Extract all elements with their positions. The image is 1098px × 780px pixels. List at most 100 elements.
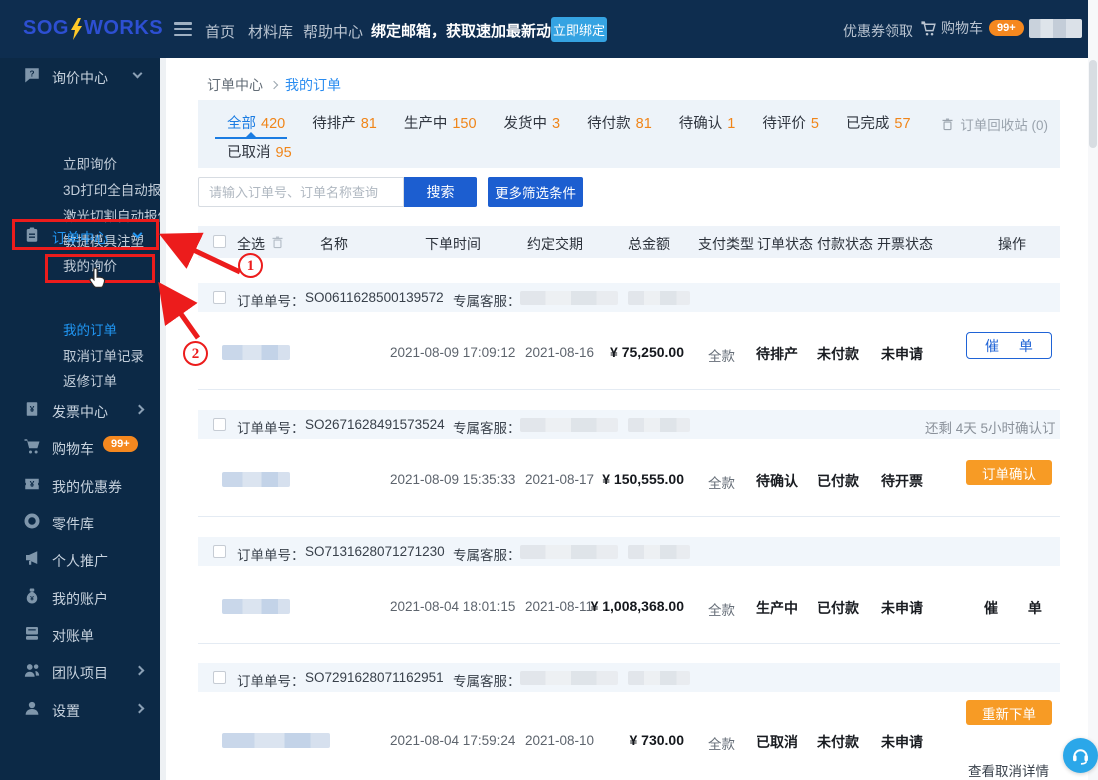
clipboard-icon: [23, 226, 41, 249]
main-content: 订单中心 我的订单 全部420 待排产81 生产中150 发货中3 待付款81 …: [166, 58, 1098, 780]
order-group-2: 订单单号： SO2671628491573524 专属客服： 还剩 4天 5小时…: [198, 410, 1060, 537]
tab-cancelled[interactable]: 已取消95: [227, 145, 292, 161]
order-group-header: 订单单号： SO7131628071271230 专属客服：: [198, 537, 1060, 566]
sidebar-item-personal-promotion[interactable]: 个人推广: [0, 547, 160, 573]
logo: SOG WORKS: [23, 17, 163, 40]
tab-completed[interactable]: 已完成57: [846, 112, 911, 133]
sidebar-item-laser-cut-quote[interactable]: 激光切割自动报价: [63, 205, 160, 225]
sidebar-item-order-center[interactable]: 订单中心: [0, 224, 160, 250]
page-scrollbar-thumb[interactable]: [1089, 60, 1097, 148]
order-detail-row: 2021-08-04 18:01:15 2021-08-11 ¥ 1,008,3…: [198, 593, 1060, 621]
order-no-value[interactable]: SO2671628491573524: [305, 417, 445, 432]
urge-order-button[interactable]: 催 单: [966, 332, 1052, 359]
nav-home[interactable]: 首页: [205, 21, 235, 42]
order-no-value[interactable]: SO7291628071162951: [305, 670, 444, 685]
col-select-all: 全选: [237, 234, 265, 254]
cs-label: 专属客服：: [453, 544, 521, 564]
sidebar-item-3d-print-quote[interactable]: 3D打印全自动报价: [63, 179, 160, 199]
order-detail-row: 2021-08-09 15:35:33 2021-08-17 ¥ 150,555…: [198, 466, 1060, 494]
sidebar-item-my-inquiries[interactable]: 我的询价: [63, 255, 117, 275]
sidebar-item-my-account[interactable]: ¥ 我的账户: [0, 585, 160, 611]
sidebar-item-cart[interactable]: 购物车 99+: [0, 435, 160, 461]
order-no-label: 订单单号：: [237, 670, 305, 690]
invoice-status: 待开票: [877, 471, 927, 491]
order-time: 2021-08-04 17:59:24: [390, 733, 515, 748]
pay-type: 全款: [708, 472, 735, 492]
order-status-tabs: 全部420 待排产81 生产中150 发货中3 待付款81 待确认1 待评价5 …: [198, 100, 1060, 168]
nav-cart[interactable]: 购物车 99+: [920, 18, 1024, 38]
order-status: 待确认: [752, 471, 802, 491]
bind-now-button[interactable]: 立即绑定: [551, 17, 607, 42]
order-name-redacted: [222, 599, 290, 614]
sidebar-item-settings[interactable]: 设置: [0, 697, 160, 723]
pay-status: 未付款: [813, 732, 863, 752]
search-button[interactable]: 搜索: [404, 177, 477, 207]
tab-shipping[interactable]: 发货中3: [504, 112, 561, 133]
invoice-icon: ¥: [23, 400, 41, 423]
sidebar-item-invoice-center[interactable]: ¥ 发票中心: [0, 398, 160, 424]
nav-material-library[interactable]: 材料库: [248, 21, 293, 42]
tab-in-production[interactable]: 生产中150: [404, 112, 477, 133]
tab-pending-confirmation[interactable]: 待确认1: [679, 112, 736, 133]
sidebar-item-invoice-center[interactable]: [0, 344, 160, 370]
order-checkbox[interactable]: [213, 545, 226, 558]
cs-name-redacted: [520, 418, 618, 432]
order-time: 2021-08-09 17:09:12: [390, 345, 515, 360]
sidebar-item-inquiry-center[interactable]: ? 询价中心: [0, 64, 160, 90]
sidebar-nav: ? 询价中心 立即询价 3D打印全自动报价 激光切割自动报价 敏捷模具注塑 我的…: [0, 58, 160, 780]
order-recycle-bin[interactable]: 订单回收站 (0): [940, 114, 1048, 134]
cart-icon: [920, 20, 937, 37]
order-checkbox[interactable]: [213, 418, 226, 431]
order-group-3: 订单单号： SO7131628071271230 专属客服： 2021-08-0…: [198, 537, 1060, 664]
sidebar-item-parts-library[interactable]: 零件库: [0, 510, 160, 536]
person-icon: [23, 699, 41, 722]
sidebar-item-inquire-now[interactable]: 立即询价: [63, 153, 117, 173]
sidebar-item-my-orders[interactable]: 我的订单: [63, 319, 117, 339]
urge-order-text-action[interactable]: 催 单: [984, 598, 1042, 618]
order-amount: ¥ 150,555.00: [578, 471, 684, 487]
order-checkbox[interactable]: [213, 671, 226, 684]
col-pay-status: 付款状态: [817, 234, 873, 254]
coupon-icon: ¥: [23, 475, 41, 498]
tab-pending-payment[interactable]: 待付款81: [587, 112, 652, 133]
customer-service-fab[interactable]: [1063, 738, 1098, 773]
order-no-label: 订单单号：: [237, 544, 305, 564]
chevron-right-icon: [135, 405, 145, 415]
breadcrumb-order-center[interactable]: 订单中心: [207, 75, 263, 95]
sidebar-cart-badge: 99+: [103, 436, 138, 452]
chevron-down-icon: [133, 69, 143, 79]
breadcrumb: 订单中心 我的订单: [207, 75, 341, 95]
order-search-input[interactable]: [198, 177, 404, 207]
breadcrumb-my-orders[interactable]: 我的订单: [285, 75, 341, 95]
sidebar-item-team-projects[interactable]: 团队项目: [0, 659, 160, 685]
order-checkbox[interactable]: [213, 291, 226, 304]
coupon-claim-link[interactable]: 优惠券领取: [843, 21, 913, 41]
col-order-status: 订单状态: [757, 234, 813, 254]
headset-icon: [1070, 745, 1091, 766]
sidebar-item-statement[interactable]: 对账单: [0, 622, 160, 648]
nav-help-center[interactable]: 帮助中心: [303, 21, 363, 42]
chevron-down-icon: [133, 229, 143, 239]
order-no-value[interactable]: SO0611628500139572: [305, 290, 444, 305]
tab-pending-scheduling[interactable]: 待排产81: [312, 112, 377, 133]
more-filters-button[interactable]: 更多筛选条件: [488, 177, 583, 207]
order-amount: ¥ 75,250.00: [578, 344, 684, 360]
sidebar-item-repair-orders[interactable]: 返修订单: [63, 370, 117, 390]
money-bag-icon: ¥: [23, 587, 41, 610]
sidebar-item-my-coupons[interactable]: ¥ 我的优惠券: [0, 473, 160, 499]
order-name-redacted: [222, 733, 330, 748]
user-account-redacted[interactable]: [1029, 19, 1082, 38]
select-all-checkbox[interactable]: [213, 235, 226, 248]
order-time: 2021-08-04 18:01:15: [390, 599, 515, 614]
order-no-value[interactable]: SO7131628071271230: [305, 544, 445, 559]
order-group-header: 订单单号： SO7291628071162951 专属客服：: [198, 663, 1060, 692]
hamburger-menu-icon[interactable]: [174, 22, 192, 36]
bulk-delete-trash-icon[interactable]: [270, 235, 285, 250]
order-amount: ¥ 730.00: [578, 732, 684, 748]
view-cancel-details-link[interactable]: 查看取消详情: [968, 760, 1049, 780]
tab-pending-review[interactable]: 待评价5: [762, 112, 819, 133]
tab-all[interactable]: 全部420: [227, 112, 285, 133]
cs-contact-redacted: [628, 545, 690, 559]
reorder-button[interactable]: 重新下单: [966, 700, 1052, 725]
confirm-order-button[interactable]: 订单确认: [966, 460, 1052, 485]
